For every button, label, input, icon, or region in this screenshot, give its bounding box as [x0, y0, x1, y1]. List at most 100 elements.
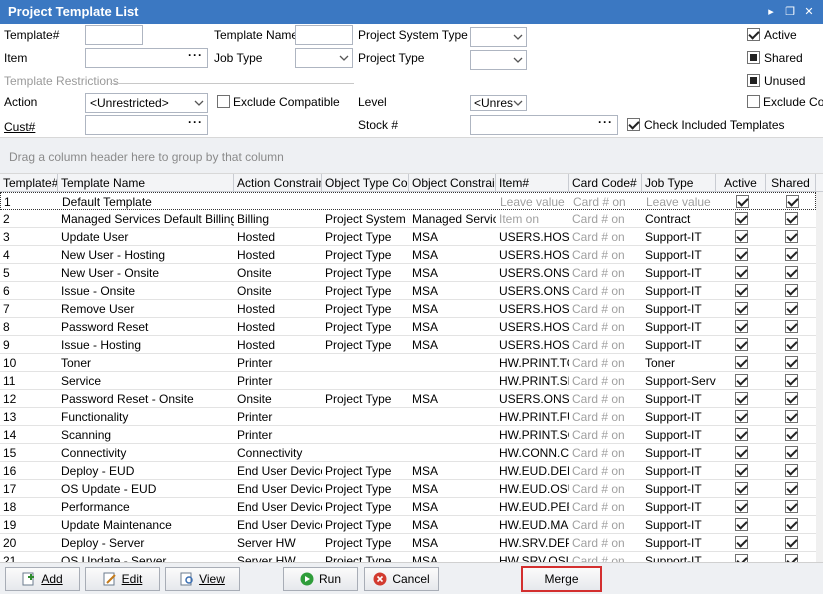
table-row[interactable]: 10 Toner Printer HW.PRINT.TO Card # on Toner: [0, 354, 816, 372]
table-row[interactable]: 8 Password Reset Hosted Project Type MSA USER…: [0, 318, 816, 336]
shared-checkbox[interactable]: [785, 536, 798, 549]
active-checkbox[interactable]: [735, 230, 748, 243]
active-checkbox[interactable]: [735, 410, 748, 423]
col-shared[interactable]: Shared: [766, 174, 816, 192]
table-row[interactable]: 19 Update Maintenance End User Device Proje…: [0, 516, 816, 534]
shared-checkbox[interactable]: [785, 464, 798, 477]
shared-checkbox[interactable]: [785, 284, 798, 297]
active-checkbox[interactable]: [735, 302, 748, 315]
active-checkbox[interactable]: [735, 518, 748, 531]
run-button[interactable]: Run: [283, 567, 358, 591]
active-checkbox[interactable]: [735, 248, 748, 261]
col-template-name[interactable]: Template Name: [58, 174, 234, 192]
pin-icon[interactable]: ▸: [764, 5, 778, 19]
col-object-type-constraint[interactable]: Object Type Cons: [322, 174, 409, 192]
table-row[interactable]: 14 Scanning Printer HW.PRINT.SC Card # on Sup…: [0, 426, 816, 444]
unused-checkbox[interactable]: [747, 74, 760, 87]
shared-checkbox[interactable]: [785, 320, 798, 333]
stock-input[interactable]: ···: [470, 115, 618, 135]
active-checkbox[interactable]: [735, 446, 748, 459]
active-checkbox[interactable]: [735, 554, 748, 562]
active-checkbox[interactable]: [735, 320, 748, 333]
cust-input[interactable]: ···: [85, 115, 208, 135]
active-checkbox[interactable]: [735, 338, 748, 351]
shared-checkbox[interactable]: [785, 554, 798, 562]
close-icon[interactable]: ✕: [802, 5, 816, 19]
shared-checkbox[interactable]: [785, 230, 798, 243]
shared-checkbox[interactable]: [747, 51, 760, 64]
active-checkbox[interactable]: [736, 195, 749, 208]
active-checkbox[interactable]: [735, 464, 748, 477]
table-row[interactable]: 12 Password Reset - Onsite Onsite Project T…: [0, 390, 816, 408]
shared-checkbox[interactable]: [785, 374, 798, 387]
vertical-scrollbar[interactable]: [816, 192, 823, 562]
ellipsis-icon[interactable]: ···: [188, 49, 203, 62]
table-row[interactable]: 13 Functionality Printer HW.PRINT.FU Card # …: [0, 408, 816, 426]
table-row[interactable]: 17 OS Update - EUD End User Device Project …: [0, 480, 816, 498]
shared-checkbox[interactable]: [785, 518, 798, 531]
active-checkbox[interactable]: [735, 284, 748, 297]
table-row[interactable]: 1 Default Template Leave value Card # on Lea…: [0, 192, 816, 210]
group-by-area[interactable]: Drag a column header here to group by th…: [0, 137, 823, 174]
table-row[interactable]: 2 Managed Services Default Billing Billing…: [0, 210, 816, 228]
shared-checkbox[interactable]: [785, 500, 798, 513]
table-row[interactable]: 21 OS Update - Server Server HW Project Typ…: [0, 552, 816, 562]
shared-checkbox[interactable]: [785, 266, 798, 279]
item-input[interactable]: ···: [85, 48, 208, 68]
shared-checkbox[interactable]: [785, 428, 798, 441]
table-row[interactable]: 9 Issue - Hosting Hosted Project Type MSA USE…: [0, 336, 816, 354]
edit-button[interactable]: Edit: [85, 567, 160, 591]
exclude-com-checkbox[interactable]: [747, 95, 760, 108]
ellipsis-icon[interactable]: ···: [598, 116, 613, 129]
shared-checkbox[interactable]: [785, 392, 798, 405]
active-checkbox[interactable]: [735, 392, 748, 405]
active-checkbox[interactable]: [735, 482, 748, 495]
active-checkbox[interactable]: [735, 500, 748, 513]
active-checkbox[interactable]: [735, 356, 748, 369]
template-no-input[interactable]: [85, 25, 143, 45]
shared-checkbox[interactable]: [786, 195, 799, 208]
table-row[interactable]: 4 New User - Hosting Hosted Project Type MSA…: [0, 246, 816, 264]
col-card-code[interactable]: Card Code#: [569, 174, 642, 192]
check-included-checkbox[interactable]: [627, 118, 640, 131]
add-button[interactable]: Add: [5, 567, 80, 591]
view-button[interactable]: View: [165, 567, 240, 591]
table-row[interactable]: 6 Issue - Onsite Onsite Project Type MSA USER…: [0, 282, 816, 300]
active-checkbox[interactable]: [735, 536, 748, 549]
table-row[interactable]: 16 Deploy - EUD End User Device Project Typ…: [0, 462, 816, 480]
col-template-no[interactable]: Template#: [0, 174, 58, 192]
project-type-select[interactable]: [470, 50, 527, 70]
template-name-input[interactable]: [295, 25, 353, 45]
shared-checkbox[interactable]: [785, 410, 798, 423]
active-checkbox[interactable]: [747, 28, 760, 41]
active-checkbox[interactable]: [735, 428, 748, 441]
col-active[interactable]: Active: [716, 174, 766, 192]
action-select[interactable]: <Unrestricted>: [85, 93, 208, 113]
active-checkbox[interactable]: [735, 266, 748, 279]
shared-checkbox[interactable]: [785, 302, 798, 315]
cancel-button[interactable]: Cancel: [364, 567, 439, 591]
shared-checkbox[interactable]: [785, 446, 798, 459]
table-row[interactable]: 15 Connectivity Connectivity HW.CONN.COCard…: [0, 444, 816, 462]
col-action-constraint[interactable]: Action Constraint: [234, 174, 322, 192]
col-job-type[interactable]: Job Type: [642, 174, 716, 192]
project-system-type-select[interactable]: [470, 27, 527, 47]
table-row[interactable]: 5 New User - Onsite Onsite Project Type MSA U…: [0, 264, 816, 282]
table-row[interactable]: 20 Deploy - Server Server HW Project Type MS…: [0, 534, 816, 552]
level-select[interactable]: <Unres: [470, 95, 527, 111]
shared-checkbox[interactable]: [785, 338, 798, 351]
table-row[interactable]: 18 Performance End User Device Project Type…: [0, 498, 816, 516]
table-row[interactable]: 7 Remove User Hosted Project Type MSA USERS.H…: [0, 300, 816, 318]
table-row[interactable]: 3 Update User Hosted Project Type MSA USERS.H…: [0, 228, 816, 246]
restore-icon[interactable]: ❐: [783, 5, 797, 19]
shared-checkbox[interactable]: [785, 212, 798, 225]
table-row[interactable]: 11 Service Printer HW.PRINT.SE Card # on Supp…: [0, 372, 816, 390]
shared-checkbox[interactable]: [785, 482, 798, 495]
col-object-constraint[interactable]: Object Constraint: [409, 174, 496, 192]
ellipsis-icon[interactable]: ···: [188, 116, 203, 129]
col-item-no[interactable]: Item#: [496, 174, 569, 192]
shared-checkbox[interactable]: [785, 356, 798, 369]
merge-button[interactable]: Merge: [521, 566, 602, 592]
exclude-compatible-checkbox[interactable]: [217, 95, 230, 108]
shared-checkbox[interactable]: [785, 248, 798, 261]
